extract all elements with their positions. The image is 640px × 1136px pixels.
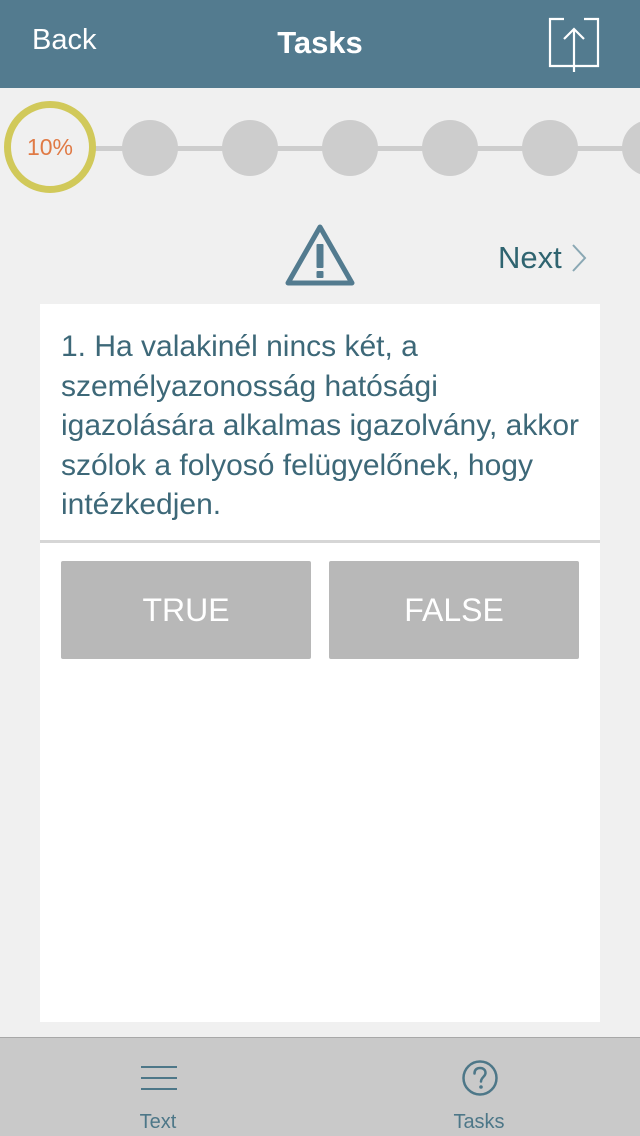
chevron-right-icon [572,244,587,272]
divider [40,540,600,543]
next-button[interactable]: Next [498,236,588,280]
progress-step[interactable] [222,120,278,176]
progress-percent: 10% [26,133,74,160]
progress-current-step[interactable]: 10% [4,101,96,193]
tab-text[interactable]: Text [58,1038,258,1136]
menu-icon [141,1066,177,1090]
question-text: 1. Ha valakinél nincs két, a személyazon… [61,330,580,521]
tab-tasks-label: Tasks [453,1111,505,1133]
progress-track: 10% [0,98,640,198]
back-button[interactable]: Back [32,24,96,57]
true-button[interactable]: TRUE [61,561,311,659]
false-button[interactable]: FALSE [329,561,579,659]
warning-triangle-icon [285,224,355,286]
tab-text-label: Text [139,1111,177,1133]
question-circle-icon [462,1060,498,1096]
share-icon[interactable] [547,14,601,74]
progress-step[interactable] [322,120,378,176]
next-label: Next [498,240,562,275]
progress-step[interactable] [522,120,578,176]
tab-bar: Text Tasks [0,1037,640,1136]
question-card: 1. Ha valakinél nincs két, a személyazon… [40,304,600,1022]
progress-step[interactable] [122,120,178,176]
tab-tasks[interactable]: Tasks [379,1038,579,1136]
progress-step[interactable] [422,120,478,176]
progress-step[interactable] [622,120,640,176]
navigation-bar: Back Tasks [0,0,640,88]
